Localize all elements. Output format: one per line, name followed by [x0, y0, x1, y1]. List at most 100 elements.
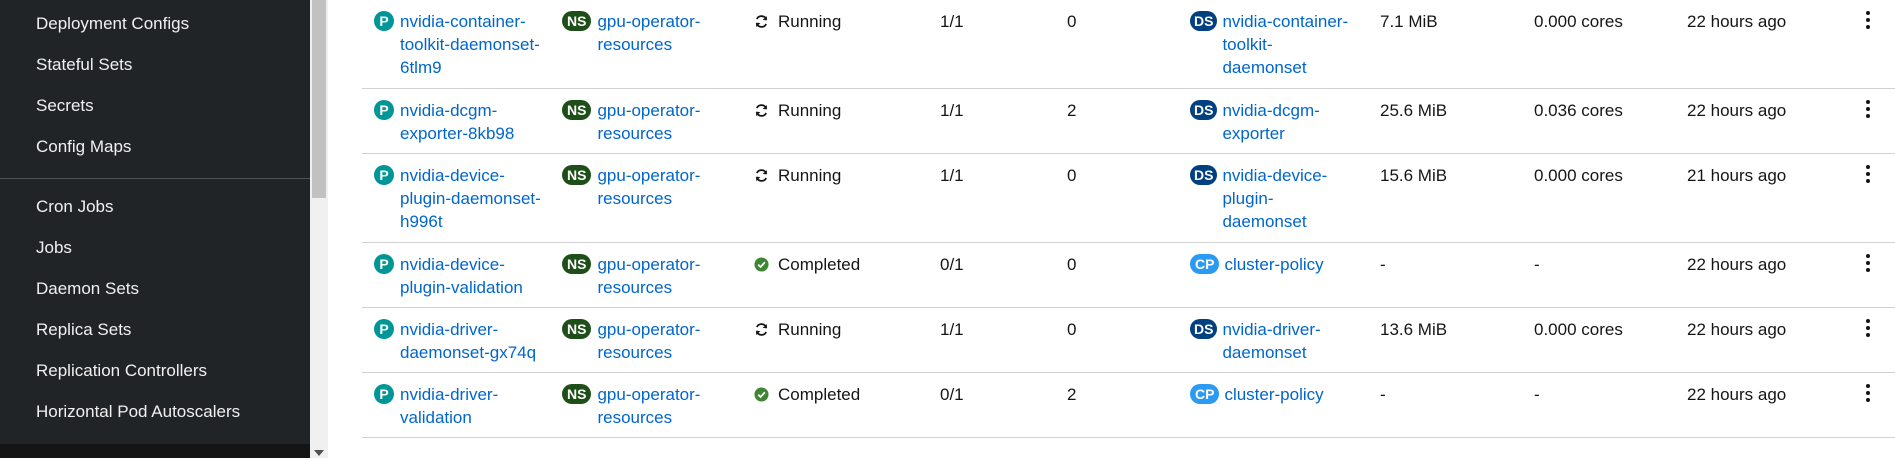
status-cell: Running	[754, 10, 934, 33]
ready-cell: 0/1	[940, 255, 964, 274]
owner-kind-badge: DS	[1190, 165, 1218, 185]
check-circle-icon	[754, 253, 770, 276]
kebab-menu-icon[interactable]	[1859, 253, 1877, 273]
namespace-badge: NS	[562, 254, 592, 274]
owner-link[interactable]: nvidia-dcgm-exporter	[1222, 99, 1352, 145]
sync-icon	[754, 99, 770, 122]
ready-cell: 1/1	[940, 101, 964, 120]
sidebar-item-cron-jobs[interactable]: Cron Jobs	[36, 197, 113, 217]
pod-badge: P	[374, 254, 394, 274]
namespace-cell: NS gpu-operator-resources	[562, 99, 732, 145]
owner-link[interactable]: cluster-policy	[1224, 383, 1354, 406]
sidebar-item-horizontal-pod-autoscalers[interactable]: Horizontal Pod Autoscalers	[36, 402, 240, 422]
status-text: Running	[778, 12, 842, 31]
memory-cell: 15.6 MiB	[1380, 166, 1448, 185]
namespace-link[interactable]: gpu-operator-resources	[597, 164, 707, 210]
restarts-cell: 0	[1067, 166, 1077, 185]
owner-link[interactable]: cluster-policy	[1224, 253, 1354, 276]
owner-link[interactable]: nvidia-container-toolkit-daemonset	[1222, 10, 1352, 79]
namespace-link[interactable]: gpu-operator-resources	[597, 383, 707, 429]
owner-cell: DS nvidia-driver-daemonset	[1190, 318, 1370, 364]
check-circle-icon	[754, 383, 770, 406]
namespace-cell: NS gpu-operator-resources	[562, 164, 732, 210]
status-cell: Running	[754, 318, 934, 341]
pod-name-cell: Pnvidia-device-plugin-validation	[374, 253, 554, 299]
sidebar-item-replication-controllers[interactable]: Replication Controllers	[36, 361, 207, 381]
memory-cell: 13.6 MiB	[1380, 320, 1448, 339]
scroll-down-arrow-icon[interactable]	[314, 450, 324, 456]
kebab-menu-icon[interactable]	[1859, 10, 1877, 30]
owner-kind-badge: DS	[1190, 100, 1218, 120]
owner-cell: DS nvidia-dcgm-exporter	[1190, 99, 1370, 145]
sidebar-item-daemon-sets[interactable]: Daemon Sets	[36, 279, 139, 299]
namespace-cell: NS gpu-operator-resources	[562, 253, 732, 299]
pod-badge: P	[374, 384, 394, 404]
pod-name-link[interactable]: nvidia-container-toolkit-daemonset-6tlm9	[400, 10, 550, 79]
memory-cell: -	[1380, 255, 1386, 274]
namespace-cell: NS gpu-operator-resources	[562, 10, 732, 56]
owner-cell: DS nvidia-container-toolkit-daemonset	[1190, 10, 1370, 79]
pod-name-link[interactable]: nvidia-device-plugin-daemonset-h996t	[400, 164, 550, 233]
restarts-cell: 2	[1067, 385, 1077, 404]
scrollbar-thumb[interactable]	[312, 0, 326, 198]
sidebar-item-jobs[interactable]: Jobs	[36, 238, 72, 258]
cpu-cell: 0.036 cores	[1534, 101, 1623, 120]
namespace-cell: NS gpu-operator-resources	[562, 383, 732, 429]
cpu-cell: 0.000 cores	[1534, 12, 1623, 31]
sync-icon	[754, 164, 770, 187]
sidebar-item-stateful-sets[interactable]: Stateful Sets	[36, 55, 132, 75]
namespace-badge: NS	[562, 384, 592, 404]
pod-name-link[interactable]: nvidia-driver-validation	[400, 383, 550, 429]
owner-cell: CP cluster-policy	[1190, 383, 1370, 406]
table-row: Pnvidia-device-plugin-validation NS gpu-op…	[362, 243, 1895, 308]
namespace-link[interactable]: gpu-operator-resources	[597, 10, 707, 56]
status-text: Completed	[778, 255, 861, 274]
namespace-link[interactable]: gpu-operator-resources	[597, 253, 707, 299]
created-cell: 22 hours ago	[1687, 320, 1787, 339]
owner-link[interactable]: nvidia-device-plugin-daemonset	[1222, 164, 1352, 233]
sidebar-scrollbar[interactable]	[310, 0, 328, 458]
kebab-menu-icon[interactable]	[1859, 383, 1877, 403]
pod-name-link[interactable]: nvidia-device-plugin-validation	[400, 253, 550, 299]
sync-icon	[754, 10, 770, 33]
sidebar-nav: Deployment Configs Stateful Sets Secrets…	[0, 0, 310, 458]
sidebar-item-deployment-configs[interactable]: Deployment Configs	[36, 14, 189, 34]
status-text: Completed	[778, 385, 861, 404]
pod-badge: P	[374, 319, 394, 339]
restarts-cell: 0	[1067, 320, 1077, 339]
cpu-cell: 0.000 cores	[1534, 166, 1623, 185]
status-cell: Running	[754, 99, 934, 122]
table-row: Pnvidia-container-toolkit-daemonset-6tlm…	[362, 0, 1895, 89]
owner-link[interactable]: nvidia-driver-daemonset	[1222, 318, 1352, 364]
ready-cell: 1/1	[940, 12, 964, 31]
cpu-cell: -	[1534, 385, 1540, 404]
pod-badge: P	[374, 11, 394, 31]
namespace-link[interactable]: gpu-operator-resources	[597, 318, 707, 364]
sidebar-item-secrets[interactable]: Secrets	[36, 96, 94, 116]
status-cell: Completed	[754, 253, 934, 276]
owner-kind-badge: CP	[1190, 254, 1220, 274]
namespace-link[interactable]: gpu-operator-resources	[597, 99, 707, 145]
owner-kind-badge: DS	[1190, 319, 1218, 339]
restarts-cell: 0	[1067, 255, 1077, 274]
pod-name-link[interactable]: nvidia-driver-daemonset-gx74q	[400, 318, 550, 364]
owner-kind-badge: CP	[1190, 384, 1220, 404]
pod-name-cell: Pnvidia-driver-validation	[374, 383, 554, 429]
kebab-menu-icon[interactable]	[1859, 318, 1877, 338]
sidebar-bottom-bar	[0, 444, 310, 458]
owner-kind-badge: DS	[1190, 11, 1218, 31]
cpu-cell: -	[1534, 255, 1540, 274]
sidebar-item-config-maps[interactable]: Config Maps	[36, 137, 131, 157]
restarts-cell: 0	[1067, 12, 1077, 31]
namespace-badge: NS	[562, 319, 592, 339]
pod-name-link[interactable]: nvidia-dcgm-exporter-8kb98	[400, 99, 550, 145]
namespace-badge: NS	[562, 11, 592, 31]
ready-cell: 1/1	[940, 320, 964, 339]
table-row: Pnvidia-driver-daemonset-gx74q NS gpu-oper…	[362, 308, 1895, 373]
status-cell: Running	[754, 164, 934, 187]
pod-name-cell: Pnvidia-driver-daemonset-gx74q	[374, 318, 554, 364]
kebab-menu-icon[interactable]	[1859, 99, 1877, 119]
sidebar-item-replica-sets[interactable]: Replica Sets	[36, 320, 131, 340]
kebab-menu-icon[interactable]	[1859, 164, 1877, 184]
created-cell: 22 hours ago	[1687, 255, 1787, 274]
